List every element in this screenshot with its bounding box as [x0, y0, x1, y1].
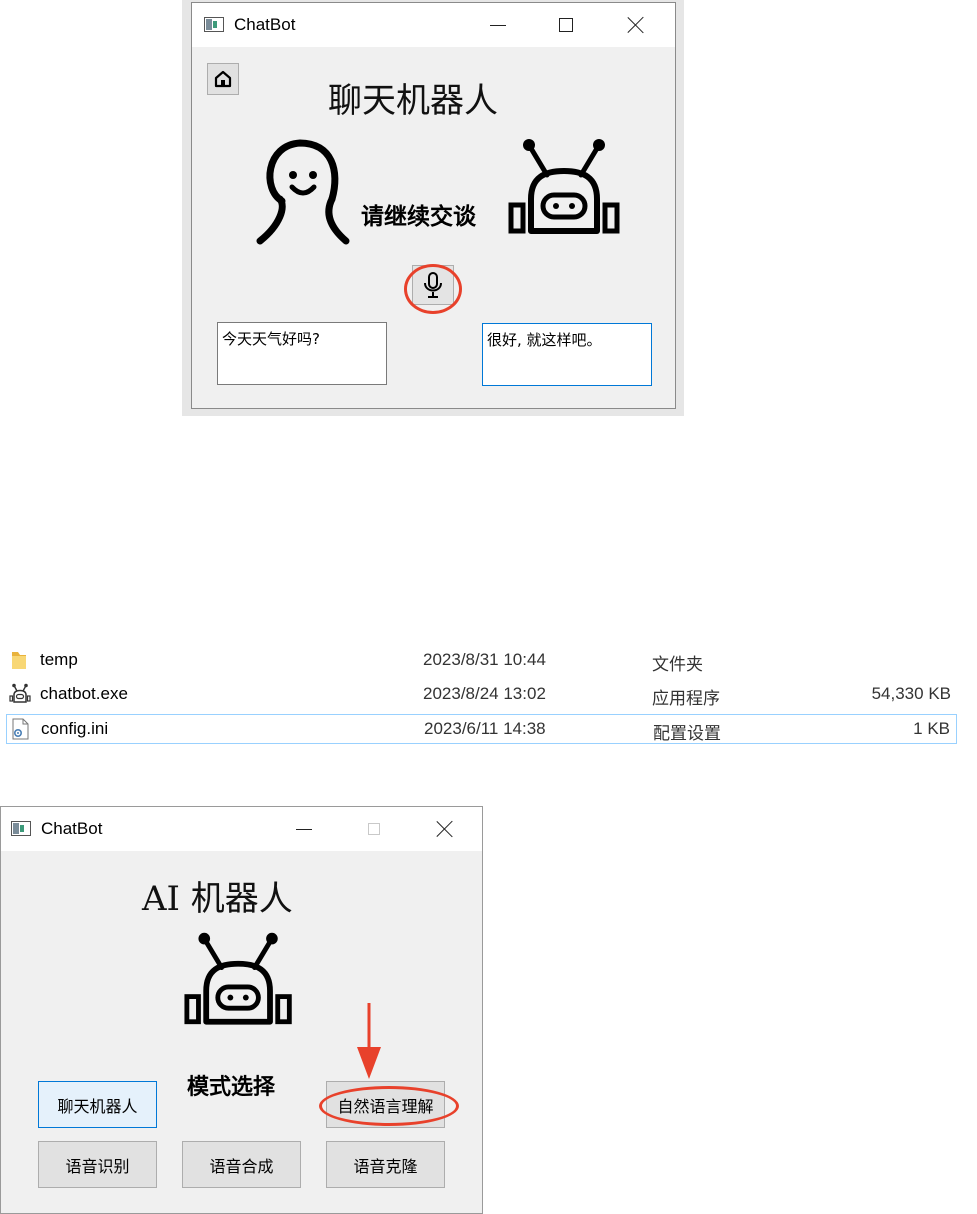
- close-icon: [627, 16, 645, 34]
- annotation-arrow: [357, 1003, 381, 1079]
- window-title: ChatBot: [234, 15, 296, 34]
- home-button[interactable]: [207, 63, 239, 95]
- file-size: 1 KB: [913, 719, 950, 738]
- annotation-circle-nlu: [319, 1086, 459, 1126]
- page-title: 聊天机器人: [328, 81, 498, 121]
- voice-clone-button[interactable]: 语音克隆: [326, 1141, 445, 1188]
- app-icon: [204, 17, 224, 32]
- file-type: 文件夹: [652, 655, 703, 674]
- file-date: 2023/8/24 13:02: [423, 684, 546, 703]
- app-icon: [11, 821, 31, 836]
- chatbot-window: ChatBot 聊天机器人 请继续交谈 今天天气好吗? 很好, 就这样吧。: [191, 2, 676, 409]
- minimize-icon: [490, 24, 506, 26]
- robot-app-icon: [9, 683, 31, 703]
- annotation-circle-microphone: [404, 264, 462, 314]
- file-date: 2023/6/11 14:38: [424, 719, 546, 738]
- mode-select-label: 模式选择: [187, 1074, 276, 1100]
- user-avatar-icon: [256, 139, 350, 245]
- status-text: 请继续交谈: [361, 203, 476, 230]
- user-message-box[interactable]: 今天天气好吗?: [217, 322, 387, 385]
- title-bar[interactable]: ChatBot: [1, 807, 482, 851]
- minimize-button[interactable]: [475, 3, 521, 47]
- minimize-button[interactable]: [281, 807, 327, 851]
- file-date: 2023/8/31 10:44: [423, 650, 546, 669]
- maximize-button: [351, 807, 397, 851]
- file-type: 应用程序: [652, 689, 720, 708]
- folder-icon: [12, 652, 26, 669]
- close-button[interactable]: [613, 3, 659, 47]
- list-item[interactable]: chatbot.exe 2023/8/24 13:02 应用程序 54,330 …: [6, 680, 957, 710]
- chatbot-mode-button[interactable]: 聊天机器人: [38, 1081, 157, 1128]
- asr-mode-button[interactable]: 语音识别: [38, 1141, 157, 1188]
- robot-icon: [508, 139, 620, 234]
- tts-mode-button[interactable]: 语音合成: [182, 1141, 301, 1188]
- list-item[interactable]: temp 2023/8/31 10:44 文件夹: [6, 646, 957, 676]
- file-type: 配置设置: [653, 724, 721, 743]
- title-bar[interactable]: ChatBot: [192, 3, 675, 47]
- file-name: config.ini: [41, 719, 109, 738]
- bot-response-box[interactable]: 很好, 就这样吧。: [482, 323, 652, 386]
- home-icon: [214, 70, 232, 88]
- minimize-icon: [296, 828, 312, 830]
- config-file-icon: [12, 718, 29, 740]
- file-name: temp: [40, 650, 78, 669]
- maximize-button[interactable]: [543, 3, 589, 47]
- window-title: ChatBot: [41, 819, 103, 838]
- file-size: 54,330 KB: [871, 684, 951, 703]
- list-item[interactable]: config.ini 2023/6/11 14:38 配置设置 1 KB: [6, 714, 957, 744]
- close-icon: [436, 820, 454, 838]
- robot-icon: [184, 932, 292, 1025]
- close-button[interactable]: [422, 807, 468, 851]
- file-name: chatbot.exe: [40, 684, 128, 703]
- mode-select-window: ChatBot AI 机器人 模式选择 聊天机器人 自然语言理解 语音识别 语音…: [0, 806, 483, 1214]
- maximize-icon: [559, 18, 573, 32]
- page-title: AI 机器人: [142, 879, 293, 919]
- maximize-icon: [368, 823, 380, 835]
